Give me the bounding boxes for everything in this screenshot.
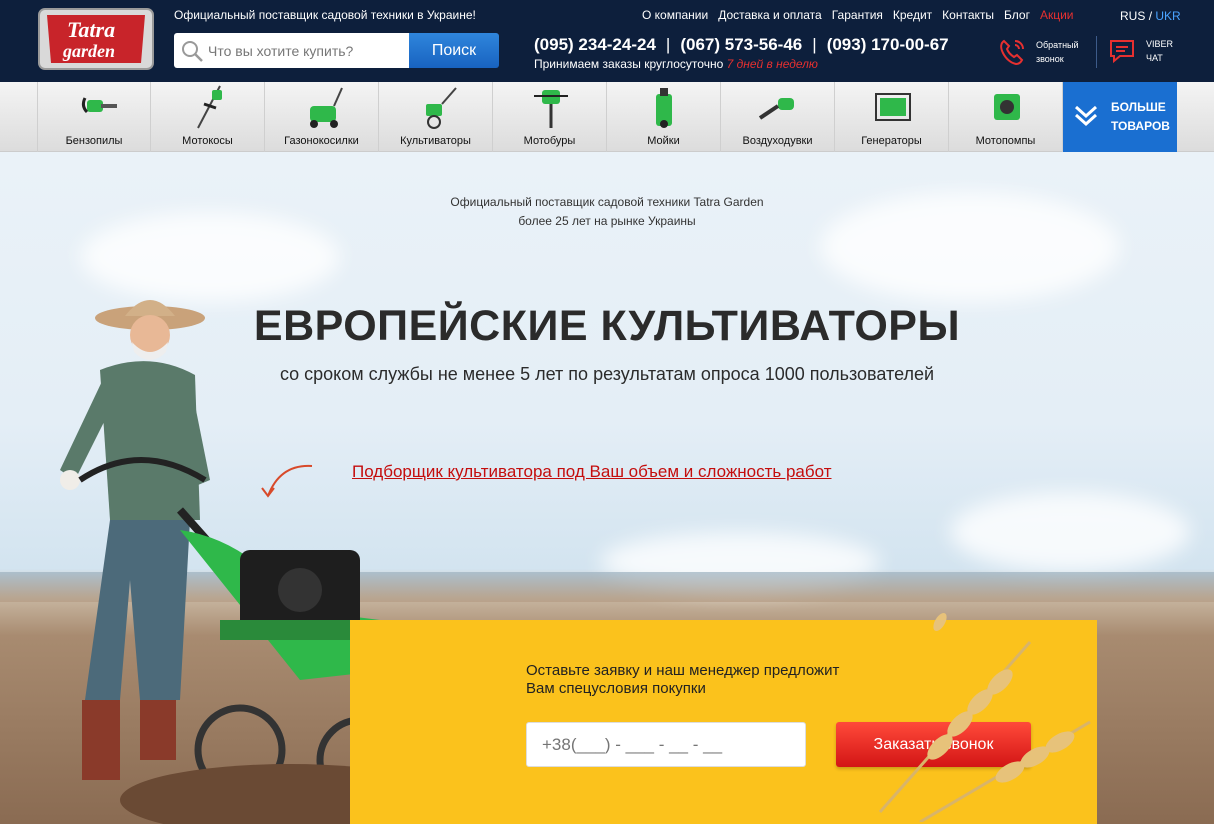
orders-hours: 7 дней в неделю [726,57,818,71]
top-nav: О компании Доставка и оплата Гарантия Кр… [642,8,1084,22]
category-cultivators[interactable]: Культиваторы [379,82,493,152]
header-divider [1096,36,1097,68]
category-pressure-washers[interactable]: Мойки [607,82,721,152]
svg-text:garden: garden [62,41,115,61]
phone-call-icon [1000,39,1024,66]
lead-form-text: Оставьте заявку и наш менеджер предложит… [526,662,840,697]
search-input[interactable] [174,33,410,68]
category-augers[interactable]: Мотобуры [493,82,607,152]
header-tagline: Официальный поставщик садовой техники в … [174,8,476,22]
trimmer-icon [197,85,222,129]
double-chevron-down-icon [1074,105,1098,127]
blower-icon [758,98,794,120]
language-switcher: RUS / UKR [1120,9,1181,23]
category-chainsaws[interactable]: Бензопилы [37,82,151,152]
water-pump-icon [994,94,1020,120]
category-lawnmowers[interactable]: Газонокосилки [265,82,379,152]
orders-info: Принимаем заказы круглосуточно 7 дней в … [534,57,818,71]
more-products-button[interactable]: БОЛЬШЕ ТОВАРОВ [1063,82,1177,152]
svg-text:Tatra: Tatra [67,17,115,42]
chat-icon [1110,40,1134,64]
nav-sales[interactable]: Акции [1040,8,1074,22]
lang-separator: / [1148,9,1153,23]
lang-ukr[interactable]: UKR [1155,9,1180,23]
nav-contacts[interactable]: Контакты [942,8,994,22]
hero-banner: Официальный поставщик садовой техники Ta… [0,152,1214,824]
hero-subtitle: Официальный поставщик садовой техники Ta… [450,195,764,228]
nav-about[interactable]: О компании [642,8,708,22]
search-bar: Поиск [174,33,499,68]
phone-numbers: (095) 234-24-24 | (067) 573-56-46 | (093… [534,35,949,55]
phone-1[interactable]: (095) 234-24-24 [534,35,656,55]
nav-blog[interactable]: Блог [1004,8,1030,22]
phone-2[interactable]: (067) 573-56-46 [680,35,802,55]
nav-warranty[interactable]: Гарантия [832,8,883,22]
viber-chat-button[interactable]: VIBER ЧАТ [1108,37,1173,65]
category-generators[interactable]: Генераторы [835,82,949,152]
phone-input[interactable] [526,722,806,767]
category-trimmers[interactable]: Мотокосы [151,82,265,152]
category-bar: Бензопилы Мотокосы Газонокосилки Культив… [0,82,1214,152]
auger-icon [534,90,568,128]
tatra-garden-logo[interactable]: Tatra garden [37,7,155,71]
wheat-ears-image [878,612,1091,822]
phone-separator: | [665,35,671,54]
phone-3[interactable]: (093) 170-00-67 [827,35,949,55]
cultivator-icon [426,87,457,129]
callback-button[interactable]: Обратный звонок [998,37,1079,67]
site-header: Tatra garden Официальный поставщик садов… [0,0,1214,82]
search-icon [182,41,203,62]
nav-delivery[interactable]: Доставка и оплата [718,8,822,22]
pressure-washer-icon [656,88,672,128]
chainsaw-icon [81,97,117,114]
lawnmower-icon [310,87,343,128]
lang-rus[interactable]: RUS [1120,9,1145,23]
category-blowers[interactable]: Воздуходувки [721,82,835,152]
phone-separator: | [812,35,817,54]
category-water-pumps[interactable]: Мотопомпы [949,82,1063,152]
nav-credit[interactable]: Кредит [893,8,932,22]
cloud [950,492,1190,572]
generator-icon [875,93,911,121]
search-button[interactable]: Поиск [409,33,499,68]
